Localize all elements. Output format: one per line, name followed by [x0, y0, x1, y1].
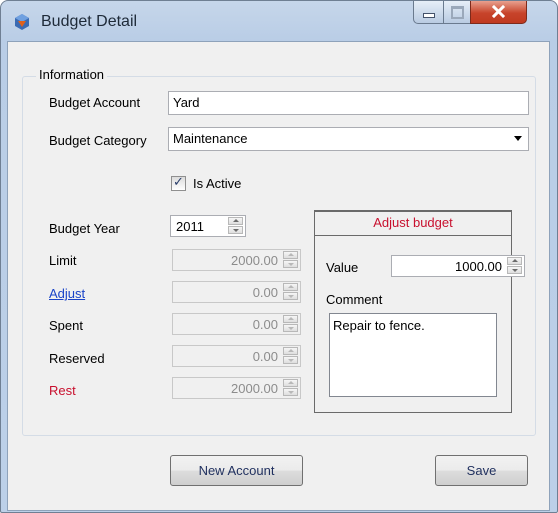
limit-label: Limit — [49, 253, 77, 268]
budget-category-value: Maintenance — [173, 131, 248, 146]
maximize-icon — [451, 6, 464, 19]
is-active-checkbox[interactable]: ✓ — [171, 174, 186, 191]
spin-down-icon — [283, 260, 298, 268]
adjust-link[interactable]: Adjust — [49, 286, 85, 301]
budget-category-select[interactable]: Maintenance — [168, 127, 529, 151]
adjust-budget-title: Adjust budget — [315, 212, 511, 236]
budget-year-value: 2011 — [176, 219, 204, 234]
value-label: Value — [326, 260, 359, 275]
save-button[interactable]: Save — [435, 455, 528, 486]
comment-label: Comment — [326, 292, 383, 307]
adjust-budget-panel: Adjust budget Value 1000.00 Comment Repa… — [314, 210, 525, 413]
spin-up-icon — [283, 251, 298, 259]
spin-up-icon — [283, 347, 298, 355]
spin-up-icon — [283, 379, 298, 387]
limit-value: 2000.00 — [231, 253, 278, 268]
spin-down-icon — [283, 356, 298, 364]
budget-account-label: Budget Account — [49, 95, 141, 110]
spin-up-icon — [283, 315, 298, 323]
reserved-value: 0.00 — [252, 349, 278, 364]
budget-year-spinner[interactable]: 2011 — [170, 215, 246, 237]
reserved-spinner: 0.00 — [172, 345, 301, 367]
spin-down-icon — [283, 324, 298, 332]
app-icon — [15, 14, 29, 30]
title-bar[interactable]: Budget Detail — [1, 1, 557, 41]
spin-up-icon — [283, 283, 298, 291]
adjust-value-spinner[interactable]: 1000.00 — [391, 255, 525, 277]
adjust-value: 0.00 — [252, 285, 278, 300]
spent-label: Spent — [49, 318, 83, 333]
close-button[interactable] — [470, 1, 527, 24]
spin-down-icon[interactable] — [507, 266, 522, 274]
spin-up-icon[interactable] — [507, 257, 522, 265]
maximize-button[interactable] — [443, 1, 471, 24]
adjust-value-amount: 1000.00 — [455, 259, 502, 274]
budget-detail-window: Budget Detail Information Budget Account… — [0, 0, 558, 513]
limit-spinner: 2000.00 — [172, 249, 301, 271]
new-account-button[interactable]: New Account — [170, 455, 303, 486]
information-group-label: Information — [36, 67, 108, 82]
checkmark-icon: ✓ — [173, 174, 184, 189]
spent-value: 0.00 — [252, 317, 278, 332]
budget-account-input[interactable]: Yard — [168, 91, 529, 115]
budget-year-label: Budget Year — [49, 221, 120, 236]
comment-textarea[interactable]: Repair to fence. — [329, 313, 497, 397]
is-active-label: Is Active — [193, 176, 242, 191]
minimize-icon — [423, 13, 435, 18]
rest-value: 2000.00 — [231, 381, 278, 396]
dialog-body: Information Budget Account Yard Budget C… — [7, 41, 550, 511]
window-title: Budget Detail — [41, 13, 138, 30]
adjust-spinner: 0.00 — [172, 281, 301, 303]
reserved-label: Reserved — [49, 351, 105, 366]
chevron-down-icon[interactable] — [514, 136, 522, 141]
spin-down-icon[interactable] — [228, 226, 243, 234]
rest-spinner: 2000.00 — [172, 377, 301, 399]
spin-down-icon — [283, 292, 298, 300]
minimize-button[interactable] — [413, 1, 444, 24]
rest-label: Rest — [49, 383, 76, 398]
spent-spinner: 0.00 — [172, 313, 301, 335]
budget-category-label: Budget Category — [49, 133, 147, 148]
close-icon — [492, 5, 505, 18]
spin-up-icon[interactable] — [228, 217, 243, 225]
spin-down-icon — [283, 388, 298, 396]
